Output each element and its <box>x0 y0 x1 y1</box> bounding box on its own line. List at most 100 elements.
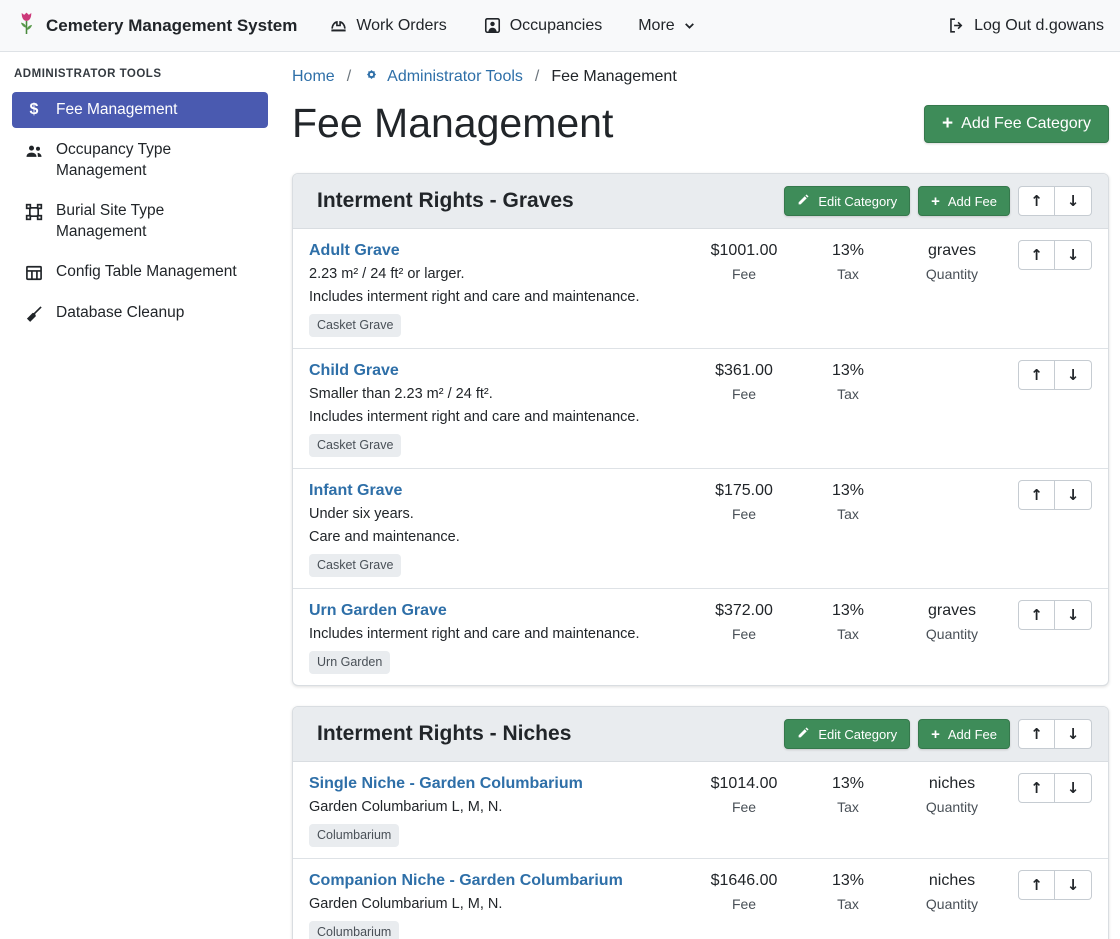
move-up-button[interactable]: ↑ <box>1018 870 1055 900</box>
fee-label: Fee <box>692 626 796 642</box>
sidebar-item-fee-management[interactable]: $ Fee Management <box>12 92 268 128</box>
fee-info: Urn Garden Grave Includes interment righ… <box>309 600 692 674</box>
navbar-links: Work Orders More Occupancies More <box>329 16 695 35</box>
move-up-button[interactable]: ↑ <box>1018 480 1055 510</box>
quantity-label: Quantity <box>900 266 1004 282</box>
add-fee-button[interactable]: + Add Fee <box>918 186 1010 216</box>
category-reorder-controls: ↑ ↓ <box>1018 186 1092 216</box>
fee-info: Single Niche - Garden Columbarium Garden… <box>309 773 692 847</box>
broom-icon <box>24 304 44 324</box>
move-up-button[interactable]: ↑ <box>1018 360 1055 390</box>
category-move-down-button[interactable]: ↓ <box>1055 186 1092 216</box>
sidebar-item-burial-site-type-management[interactable]: Burial Site Type Management <box>12 193 268 250</box>
fee-name-link[interactable]: Adult Grave <box>309 240 400 261</box>
breadcrumb-admin-tools-link[interactable]: Administrator Tools <box>363 66 523 88</box>
tax-label: Tax <box>796 626 900 642</box>
fee-row: Urn Garden Grave Includes interment righ… <box>293 588 1108 685</box>
nav-item-work-orders[interactable]: Work Orders <box>329 16 446 35</box>
sidebar-item-label: Fee Management <box>56 100 178 120</box>
tax-column: 13% Tax <box>796 600 900 642</box>
fee-amount: $1014.00 <box>692 773 796 794</box>
fee-label: Fee <box>692 386 796 402</box>
category-move-up-button[interactable]: ↑ <box>1018 719 1055 749</box>
tax-value: 13% <box>796 480 900 501</box>
category-move-down-button[interactable]: ↓ <box>1055 719 1092 749</box>
dollar-icon: $ <box>24 101 44 119</box>
fee-row: Infant Grave Under six years. Care and m… <box>293 468 1108 588</box>
quantity-column: niches Quantity <box>900 773 1004 815</box>
fee-name-link[interactable]: Single Niche - Garden Columbarium <box>309 773 583 794</box>
fee-name-link[interactable]: Companion Niche - Garden Columbarium <box>309 870 623 891</box>
fee-name-link[interactable]: Infant Grave <box>309 480 402 501</box>
fee-description: Smaller than 2.23 m² / 24 ft². <box>309 384 682 404</box>
fee-name-link[interactable]: Child Grave <box>309 360 399 381</box>
plus-icon: + <box>931 194 940 209</box>
fee-description: Care and maintenance. <box>309 527 682 547</box>
fee-amount-column: $1646.00 Fee <box>692 870 796 912</box>
move-up-button[interactable]: ↑ <box>1018 773 1055 803</box>
fee-type-badge: Casket Grave <box>309 554 401 577</box>
fee-name-link[interactable]: Urn Garden Grave <box>309 600 447 621</box>
move-down-button[interactable]: ↓ <box>1055 600 1092 630</box>
tax-column: 13% Tax <box>796 360 900 402</box>
nav-item-occupancies[interactable]: More Occupancies <box>483 16 603 35</box>
sidebar-item-label: Database Cleanup <box>56 303 184 323</box>
plus-icon: + <box>942 114 953 133</box>
breadcrumb-home-link[interactable]: Home <box>292 68 335 86</box>
move-down-button[interactable]: ↓ <box>1055 480 1092 510</box>
breadcrumb-admin-tools-label: Administrator Tools <box>387 68 523 86</box>
sidebar-item-database-cleanup[interactable]: Database Cleanup <box>12 295 268 332</box>
tax-label: Tax <box>796 506 900 522</box>
quantity-value: niches <box>900 870 1004 891</box>
fee-amount-column: $175.00 Fee <box>692 480 796 522</box>
logout-link[interactable]: Log Out d.gowans <box>947 16 1104 35</box>
fee-category-card-niches: Interment Rights - Niches Edit Category … <box>292 706 1109 939</box>
sidebar-item-config-table-management[interactable]: Config Table Management <box>12 254 268 291</box>
fee-label: Fee <box>692 896 796 912</box>
fee-info: Infant Grave Under six years. Care and m… <box>309 480 692 577</box>
quantity-value: graves <box>900 600 1004 621</box>
reorder-controls: ↑ ↓ <box>1018 600 1092 630</box>
move-up-button[interactable]: ↑ <box>1018 240 1055 270</box>
move-down-button[interactable]: ↓ <box>1055 870 1092 900</box>
fee-label: Fee <box>692 799 796 815</box>
category-reorder-controls: ↑ ↓ <box>1018 719 1092 749</box>
tax-column: 13% Tax <box>796 480 900 522</box>
sidebar-item-occupancy-type-management[interactable]: Occupancy Type Management <box>12 132 268 189</box>
tax-column: 13% Tax <box>796 773 900 815</box>
edit-category-button[interactable]: Edit Category <box>784 186 910 216</box>
fee-type-badge: Urn Garden <box>309 651 390 674</box>
move-up-button[interactable]: ↑ <box>1018 600 1055 630</box>
move-down-button[interactable]: ↓ <box>1055 360 1092 390</box>
gear-icon <box>363 66 380 88</box>
category-move-up-button[interactable]: ↑ <box>1018 186 1055 216</box>
quantity-column: graves Quantity <box>900 240 1004 282</box>
add-fee-button[interactable]: + Add Fee <box>918 719 1010 749</box>
category-title: Interment Rights - Niches <box>309 722 776 746</box>
fee-amount: $175.00 <box>692 480 796 501</box>
tax-label: Tax <box>796 266 900 282</box>
fee-type-badge: Casket Grave <box>309 434 401 457</box>
move-down-button[interactable]: ↓ <box>1055 773 1092 803</box>
category-title: Interment Rights - Graves <box>309 189 776 213</box>
quantity-value: niches <box>900 773 1004 794</box>
page-title: Fee Management <box>292 100 613 147</box>
breadcrumb-separator: / <box>347 68 351 86</box>
add-fee-category-label: Add Fee Category <box>961 115 1091 133</box>
move-down-button[interactable]: ↓ <box>1055 240 1092 270</box>
tax-value: 13% <box>796 773 900 794</box>
fee-label: Fee <box>692 506 796 522</box>
pencil-icon <box>797 193 810 209</box>
quantity-label: Quantity <box>900 626 1004 642</box>
edit-category-label: Edit Category <box>818 194 897 209</box>
table-icon <box>24 263 44 283</box>
nav-item-more[interactable]: More <box>638 17 695 35</box>
tax-column: 13% Tax <box>796 240 900 282</box>
fee-amount-column: $361.00 Fee <box>692 360 796 402</box>
nav-item-label: Work Orders <box>356 17 446 35</box>
fee-description: Garden Columbarium L, M, N. <box>309 797 682 817</box>
fee-row: Child Grave Smaller than 2.23 m² / 24 ft… <box>293 348 1108 468</box>
fee-amount: $361.00 <box>692 360 796 381</box>
edit-category-button[interactable]: Edit Category <box>784 719 910 749</box>
add-fee-category-button[interactable]: + Add Fee Category <box>924 105 1109 143</box>
